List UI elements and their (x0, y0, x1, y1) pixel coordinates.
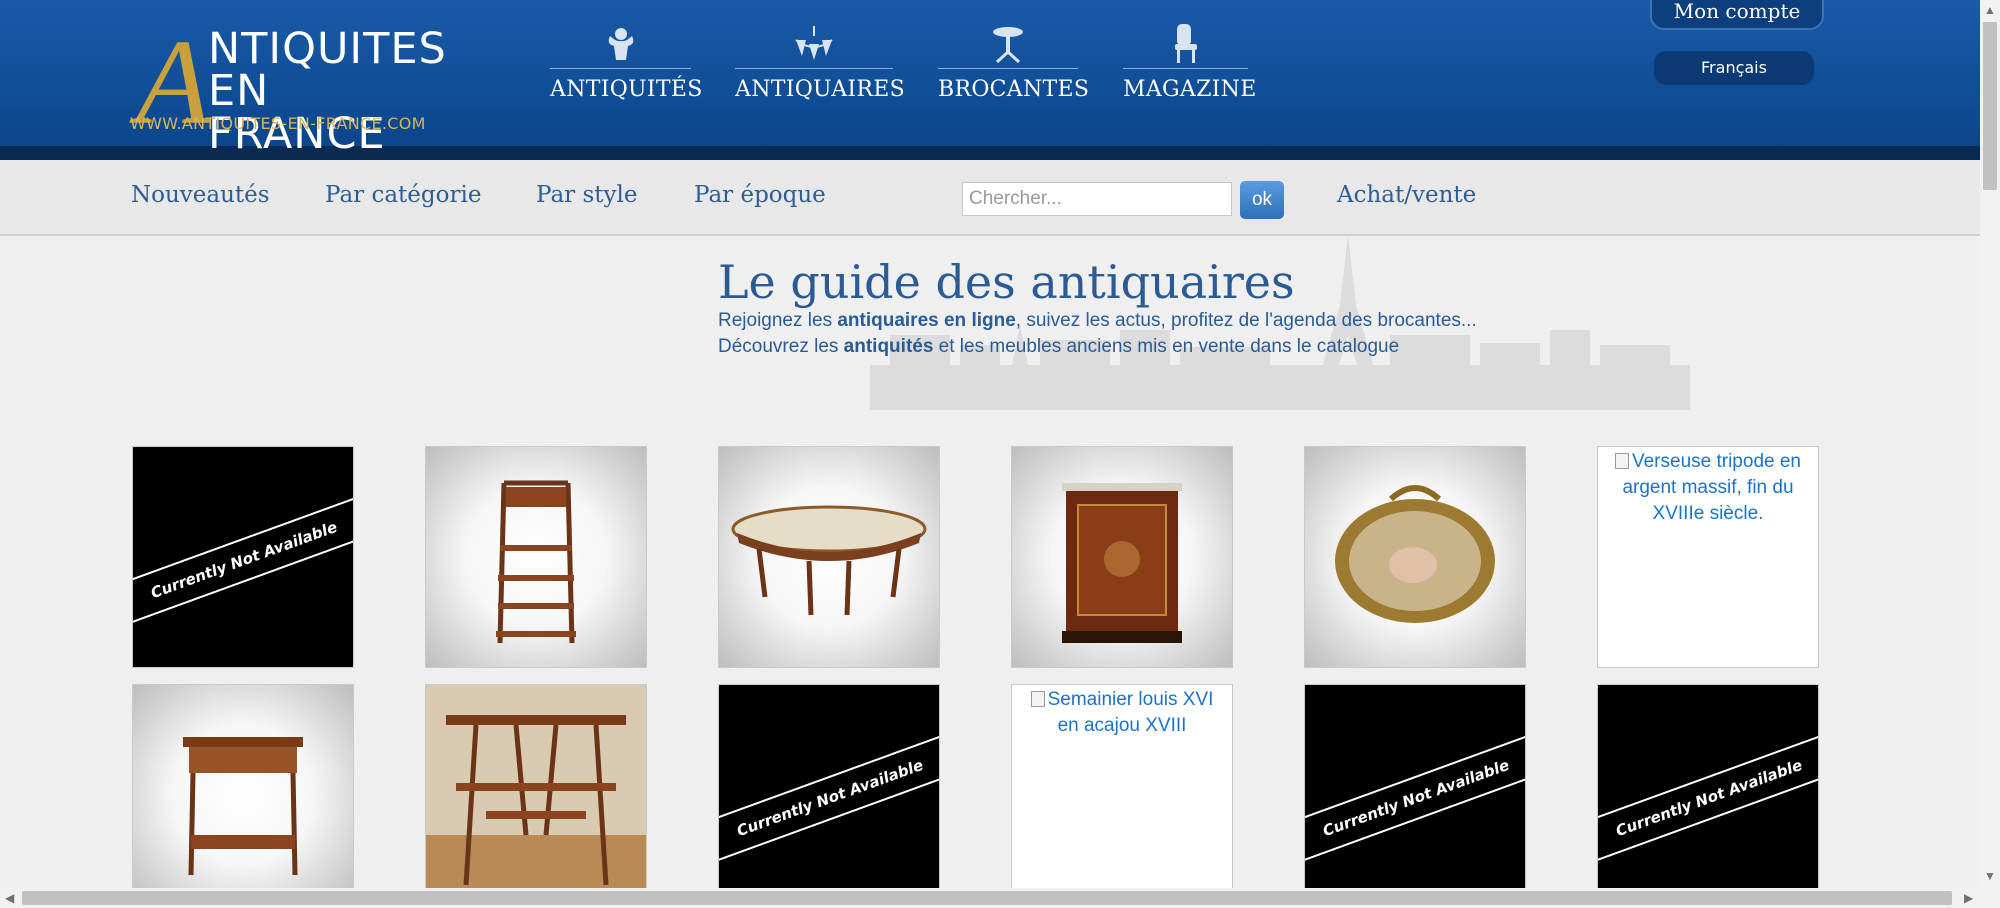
search-ok-button[interactable]: ok (1240, 181, 1284, 219)
scroll-left-icon[interactable]: ◀ (5, 892, 14, 904)
horizontal-scrollbar[interactable]: ◀ ▶ (0, 888, 1980, 908)
broken-image-alt: Semainier louis XVI en acajou XVIII (1012, 685, 1232, 741)
product-tile-11[interactable]: Currently Not Available (1304, 684, 1526, 906)
not-available-label: Currently Not Available (719, 733, 939, 863)
product-tile-3[interactable] (718, 446, 940, 668)
tall-etagere-image (496, 480, 576, 644)
gilt-oval-painting-image (1335, 485, 1495, 623)
product-tile-1[interactable]: Currently Not Available (132, 446, 354, 668)
subnav-achat-vente[interactable]: Achat/vente (1337, 182, 1476, 208)
logo-line-1: NTIQUITES (208, 24, 447, 74)
product-tile-12[interactable]: Currently Not Available (1597, 684, 1819, 906)
oval-marble-table-image (731, 505, 927, 616)
nav-antiquites[interactable]: ANTIQUITÉS (550, 22, 703, 112)
subnav-par-epoque[interactable]: Par époque (694, 182, 826, 208)
product-tile-2[interactable] (425, 446, 647, 668)
vertical-scrollbar[interactable]: ▲ ▼ (1980, 0, 2000, 908)
horizontal-scroll-thumb[interactable] (22, 891, 1952, 905)
link-antiquaires-en-ligne[interactable]: antiquaires en ligne (837, 310, 1015, 331)
hero-intro-line-1: Rejoignez les antiquaires en ligne, suiv… (718, 310, 1477, 331)
account-button[interactable]: Mon compte (1650, 0, 1824, 30)
scroll-down-icon[interactable]: ▼ (1984, 870, 1996, 882)
pedestal-table-icon (938, 22, 1078, 64)
cherub-icon (550, 22, 691, 64)
chandelier-icon (735, 22, 893, 64)
nav-antiquaires[interactable]: ANTIQUAIRES (735, 22, 905, 112)
search-input[interactable] (962, 182, 1232, 216)
nav-brocantes[interactable]: BROCANTES (938, 22, 1090, 112)
subnav-par-categorie[interactable]: Par catégorie (325, 182, 481, 208)
product-tile-5[interactable] (1304, 446, 1526, 668)
broken-image-icon (1030, 691, 1045, 707)
scroll-right-icon[interactable]: ▶ (1964, 892, 1973, 904)
product-tile-9[interactable]: Currently Not Available (718, 684, 940, 906)
broken-image-icon (1614, 453, 1629, 469)
product-tile-7[interactable] (132, 684, 354, 906)
not-available-label: Currently Not Available (1598, 733, 1818, 863)
page-title: Le guide des antiquaires (718, 255, 1295, 309)
not-available-label: Currently Not Available (1305, 733, 1525, 863)
subnav-par-style[interactable]: Par style (536, 182, 637, 208)
broken-image-alt: Verseuse tripode en argent massif, fin d… (1598, 447, 1818, 529)
link-antiquites[interactable]: antiquités (844, 336, 934, 357)
hero-intro-line-2: Découvrez les antiquités et les meubles … (718, 336, 1400, 357)
wooden-side-table-image (426, 715, 646, 889)
language-selector[interactable]: Français (1654, 51, 1814, 85)
product-tile-4[interactable] (1011, 446, 1233, 668)
vertical-scroll-thumb[interactable] (1983, 22, 1997, 190)
product-tile-6[interactable]: Verseuse tripode en argent massif, fin d… (1597, 446, 1819, 668)
nav-brocantes-label: BROCANTES (938, 77, 1090, 102)
nav-antiquites-label: ANTIQUITÉS (550, 77, 703, 102)
chair-icon (1123, 22, 1248, 64)
logo-url: WWW.ANTIQUITES-EN-FRANCE.COM (130, 114, 426, 133)
nav-magazine[interactable]: MAGAZINE (1123, 22, 1257, 112)
marquetry-cabinet-image (1062, 483, 1182, 643)
scroll-up-icon[interactable]: ▲ (1984, 4, 1996, 16)
subnav-nouveautes[interactable]: Nouveautés (131, 182, 270, 208)
site-logo[interactable]: A NTIQUITES EN FRANCE WWW.ANTIQUITES-EN-… (130, 22, 450, 156)
logo-line-2: EN FRANCE (208, 66, 386, 159)
marquetry-side-table-image (183, 737, 303, 876)
not-available-label: Currently Not Available (133, 495, 353, 625)
nav-antiquaires-label: ANTIQUAIRES (735, 77, 905, 102)
product-tile-10[interactable]: Semainier louis XVI en acajou XVIII (1011, 684, 1233, 906)
nav-magazine-label: MAGAZINE (1123, 77, 1257, 102)
product-tile-8[interactable] (425, 684, 647, 906)
